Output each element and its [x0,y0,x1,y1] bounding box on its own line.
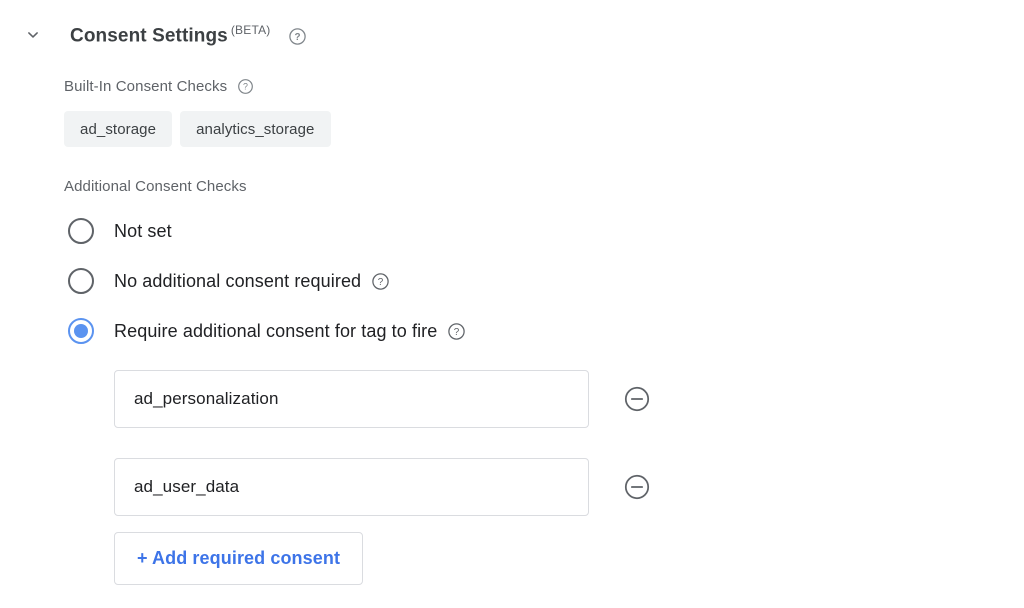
consent-chip: ad_storage [64,111,172,147]
consent-type-input[interactable] [114,370,589,428]
radio-circle-icon [68,268,94,294]
additional-label-text: Additional Consent Checks [64,178,247,195]
radio-option-label: No additional consent required [114,271,361,292]
section-header: Consent Settings(BETA) ? [0,18,307,52]
svg-text:?: ? [378,276,384,287]
radio-circle-icon [68,218,94,244]
section-title-text: Consent Settings [70,25,228,46]
consent-type-input[interactable] [114,458,589,516]
help-circle-icon[interactable]: ? [288,27,307,46]
radio-button[interactable] [64,214,98,248]
minus-circle-icon[interactable] [621,471,653,503]
required-consent-row [114,370,653,428]
consent-chip: analytics_storage [180,111,330,147]
consent-settings-panel: Consent Settings(BETA) ? Built-In Consen… [0,0,1024,608]
builtin-consent-checks-label: Built-In Consent Checks ? [64,78,254,95]
page-title: Consent Settings(BETA) ? [70,23,307,47]
additional-consent-radio-group: Not set No additional consent required ? [64,206,466,356]
radio-circle-icon [68,318,94,344]
required-consent-row [114,458,653,516]
help-circle-icon[interactable]: ? [237,78,254,95]
radio-option-label: Not set [114,221,172,242]
add-required-consent-button[interactable]: + Add required consent [114,532,363,585]
builtin-label-text: Built-In Consent Checks [64,78,227,95]
radio-dot [74,324,88,338]
radio-button[interactable] [64,314,98,348]
help-circle-icon[interactable]: ? [447,322,466,341]
help-circle-icon[interactable]: ? [371,272,390,291]
svg-text:?: ? [454,326,460,337]
minus-circle-icon[interactable] [621,383,653,415]
builtin-consent-chip-list: ad_storage analytics_storage [64,111,331,147]
required-consent-list [114,370,653,516]
radio-option-require-additional-consent[interactable]: Require additional consent for tag to fi… [64,306,466,356]
radio-option-no-additional-consent[interactable]: No additional consent required ? [64,256,466,306]
radio-option-label: Require additional consent for tag to fi… [114,321,437,342]
additional-consent-checks-label: Additional Consent Checks [64,178,247,195]
beta-badge: (BETA) [231,23,271,37]
radio-button[interactable] [64,264,98,298]
chevron-down-icon[interactable] [18,20,48,50]
svg-text:?: ? [294,32,300,43]
radio-option-not-set[interactable]: Not set [64,206,466,256]
svg-text:?: ? [243,82,248,92]
